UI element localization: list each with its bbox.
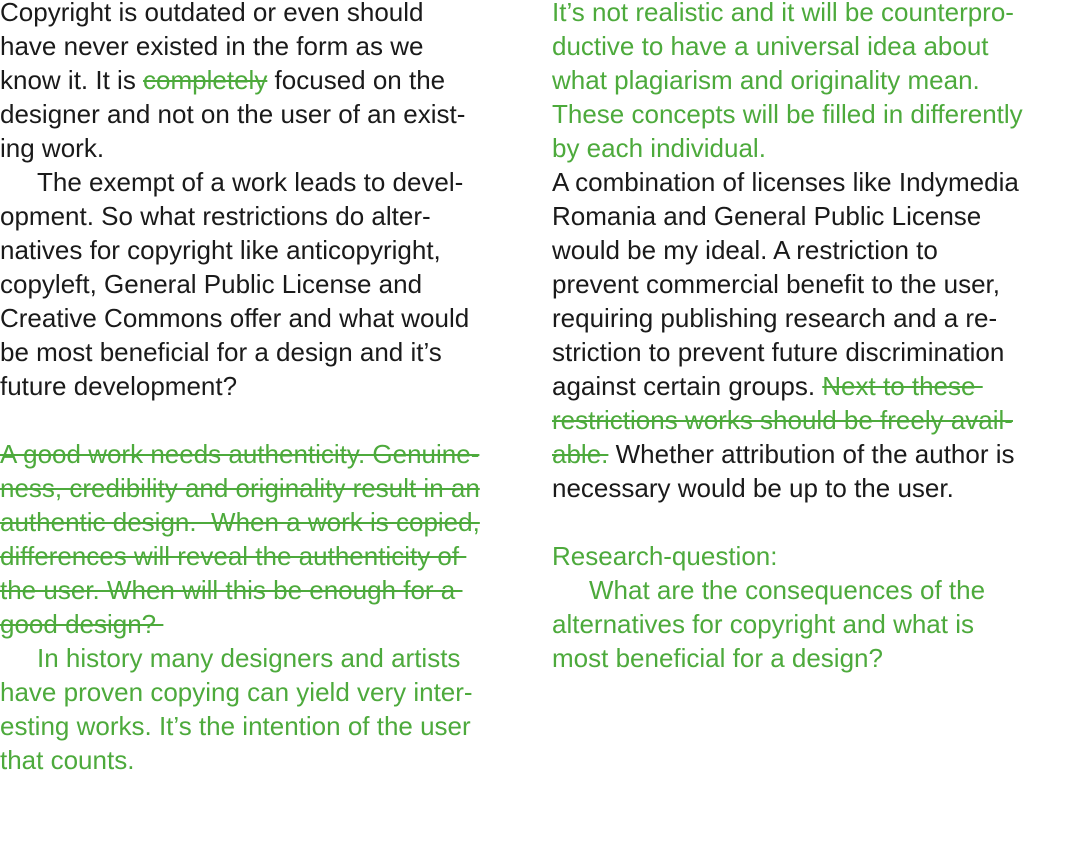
annotation-line: What are the consequences of the bbox=[589, 575, 986, 605]
text-line: know it. It is completely focused on the bbox=[0, 63, 540, 97]
text-line: striction to prevent future discriminati… bbox=[552, 337, 1005, 367]
text-segment: know it. It is bbox=[0, 65, 144, 95]
text-line: prevent commercial benefit to the user, bbox=[552, 269, 1001, 299]
struck-text: Next to these bbox=[822, 371, 983, 401]
annotation-paragraph-history: In history many designers and artists ha… bbox=[0, 641, 540, 777]
struck-paragraph-authenticity: A good work needs authenticity. Genuine-… bbox=[0, 437, 540, 641]
text-line: opment. So what restrictions do alter- bbox=[0, 201, 431, 231]
annotation-line: that counts. bbox=[0, 745, 135, 775]
annotation-line: It’s not realistic and it will be counte… bbox=[552, 0, 1014, 27]
text-line: be most beneficial for a design and it’s bbox=[0, 337, 442, 367]
struck-line: the user. When will this be enough for a bbox=[0, 575, 463, 605]
right-column: It’s not realistic and it will be counte… bbox=[552, 0, 1075, 675]
struck-text: able. bbox=[552, 439, 609, 469]
text-line: designer and not on the user of an exist… bbox=[0, 99, 466, 129]
text-line: A combination of licenses like Indymedia bbox=[552, 167, 1019, 197]
annotation-line: In history many designers and artists bbox=[37, 643, 461, 673]
annotation-paragraph-not-realistic: It’s not realistic and it will be counte… bbox=[552, 0, 1075, 165]
text-segment: Whether attribution of the author is bbox=[608, 439, 1015, 469]
text-line: future development? bbox=[0, 371, 238, 401]
paragraph-exempt-of-work: The exempt of a work leads to devel- opm… bbox=[0, 165, 540, 403]
research-question: Research-question: What are the conseque… bbox=[552, 539, 1075, 675]
text-line: The exempt of a work leads to devel- bbox=[37, 167, 464, 197]
struck-line: restrictions works should be freely avai… bbox=[552, 405, 1013, 435]
struck-line: ness, credibility and originality result… bbox=[0, 473, 480, 503]
research-question-heading: Research-question: bbox=[552, 541, 778, 571]
text-line: Copyright is outdated or even should bbox=[0, 0, 424, 27]
paragraph-copyright-outdated: Copyright is outdated or even should hav… bbox=[0, 0, 540, 165]
struck-line: A good work needs authenticity. Genuine- bbox=[0, 439, 480, 469]
text-line: copyleft, General Public License and bbox=[0, 269, 423, 299]
text-line: able. Whether attribution of the author … bbox=[552, 437, 1075, 471]
annotation-line: by each individual. bbox=[552, 133, 766, 163]
struck-line: differences will reveal the authenticity… bbox=[0, 541, 467, 571]
annotation-line: ductive to have a universal idea about bbox=[552, 31, 989, 61]
text-line: natives for copyright like anticopyright… bbox=[0, 235, 441, 265]
text-line: ing work. bbox=[0, 133, 105, 163]
text-line: Romania and General Public License bbox=[552, 201, 982, 231]
struck-line: good design? bbox=[0, 609, 164, 639]
annotation-line: most beneficial for a design? bbox=[552, 643, 883, 673]
text-line: requiring publishing research and a re- bbox=[552, 303, 998, 333]
text-segment: focused on the bbox=[267, 65, 446, 95]
annotation-line: what plagiarism and originality mean. bbox=[552, 65, 980, 95]
paragraph-combination-of-licenses: A combination of licenses like Indymedia… bbox=[552, 165, 1075, 505]
left-column: Copyright is outdated or even should hav… bbox=[0, 0, 540, 777]
annotation-line: have proven copying can yield very inter… bbox=[0, 677, 473, 707]
text-line: against certain groups. Next to these bbox=[552, 369, 1075, 403]
annotation-line: alternatives for copyright and what is bbox=[552, 609, 974, 639]
text-line: have never existed in the form as we bbox=[0, 31, 424, 61]
text-segment: against certain groups. bbox=[552, 371, 823, 401]
text-line: Creative Commons offer and what would bbox=[0, 303, 470, 333]
annotation-line: These concepts will be filled in differe… bbox=[552, 99, 1023, 129]
struck-word-completely: completely bbox=[143, 65, 268, 95]
struck-line: authentic design. When a work is copied, bbox=[0, 507, 480, 537]
annotation-line: esting works. It’s the intention of the … bbox=[0, 711, 471, 741]
text-line: would be my ideal. A restriction to bbox=[552, 235, 938, 265]
text-line: necessary would be up to the user. bbox=[552, 473, 954, 503]
